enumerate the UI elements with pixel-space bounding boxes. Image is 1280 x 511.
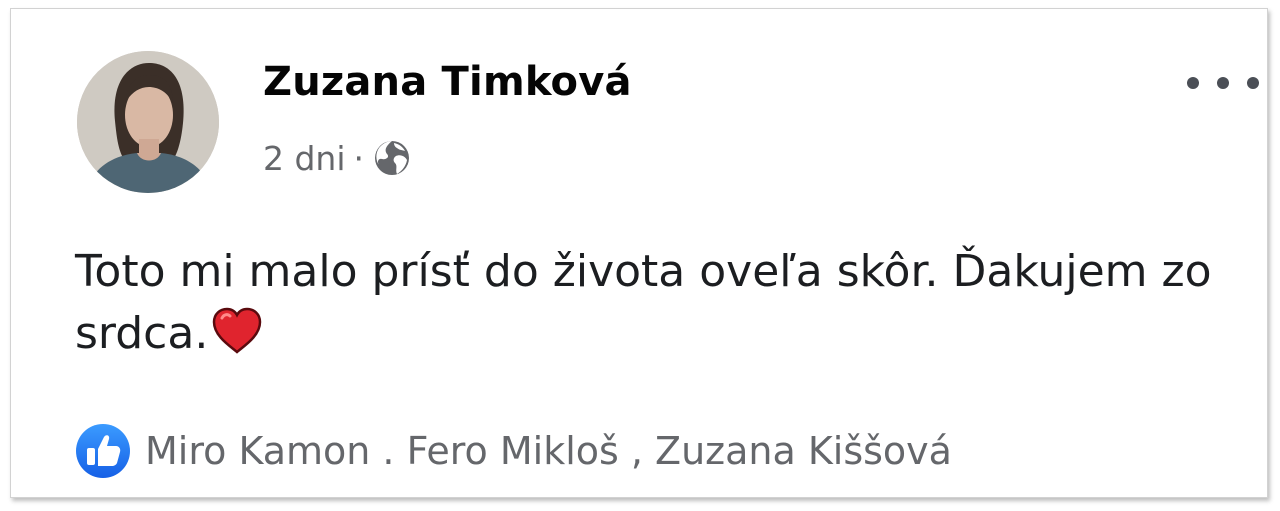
more-options-button[interactable]	[1187, 63, 1259, 103]
reactions-bar[interactable]: Miro Kamon . Fero Mikloš , Zuzana Kiššov…	[75, 421, 952, 481]
like-icon	[76, 424, 130, 478]
globe-icon[interactable]	[372, 138, 412, 178]
avatar-photo	[77, 51, 219, 193]
more-dot	[1217, 77, 1229, 89]
post-body: Toto mi malo prísť do života oveľa skôr.…	[75, 241, 1265, 365]
reactors-list[interactable]: Miro Kamon . Fero Mikloš , Zuzana Kiššov…	[145, 429, 952, 473]
author-name[interactable]: Zuzana Timková	[263, 59, 632, 105]
post-time[interactable]: 2 dni	[263, 139, 346, 178]
heart-icon	[213, 307, 262, 354]
post-meta: 2 dni ·	[263, 135, 412, 181]
more-dot	[1187, 77, 1199, 89]
comment-card: Zuzana Timková 2 dni · Toto mi malo prís…	[10, 8, 1268, 498]
more-dot	[1247, 77, 1259, 89]
meta-separator: ·	[353, 138, 365, 178]
avatar[interactable]	[77, 51, 219, 193]
